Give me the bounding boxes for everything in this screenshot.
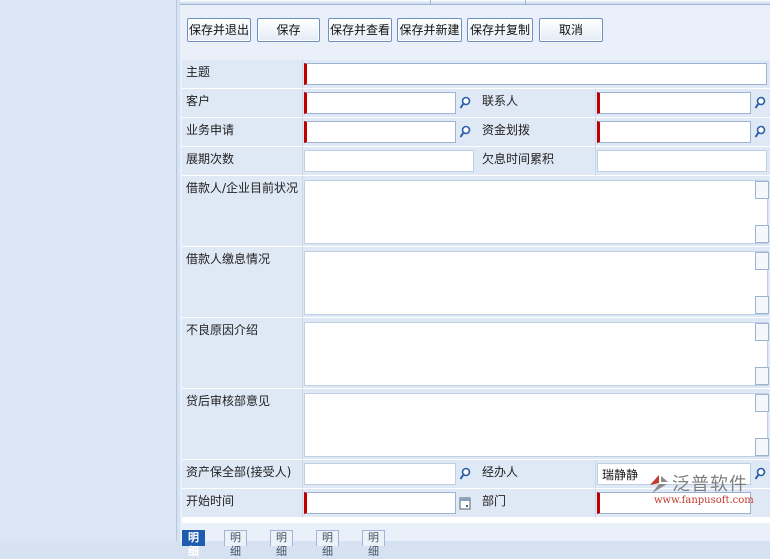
fund-allocation-cell — [596, 118, 770, 147]
borrower-status-cell — [303, 176, 770, 247]
overdue-interest-label: 欠息时间累积 — [478, 147, 596, 176]
search-icon[interactable] — [753, 124, 767, 140]
start-time-cell — [303, 489, 478, 518]
loan-form: 主题 客户 联系人 业务申请 资金划拨 展期次数 欠息时间累积 借款人/企业目前… — [182, 60, 770, 523]
subject-label: 主题 — [182, 60, 303, 89]
overdue-interest-cell — [596, 147, 770, 176]
borrower-status-label: 借款人/企业目前状况 — [182, 176, 303, 247]
asset-dept-cell — [303, 460, 478, 489]
save-and-view-button[interactable]: 保存并查看 — [328, 18, 392, 42]
fund-allocation-input[interactable] — [597, 121, 751, 143]
left-sidebar — [0, 0, 177, 541]
customer-cell — [303, 89, 478, 118]
scroll-down-box[interactable] — [755, 296, 769, 314]
search-icon[interactable] — [458, 124, 472, 140]
borrower-interest-textarea[interactable] — [304, 251, 768, 315]
contact-cell — [596, 89, 770, 118]
scroll-up-box[interactable] — [755, 394, 769, 412]
brand-logo-icon — [650, 475, 668, 493]
business-application-input[interactable] — [304, 121, 456, 143]
scroll-down-box[interactable] — [755, 367, 769, 385]
scroll-down-box[interactable] — [755, 225, 769, 243]
subject-cell — [303, 60, 770, 89]
calendar-icon[interactable] — [458, 495, 472, 511]
form-panel: 保存并退出 保存 保存并查看 保存并新建 保存并复制 取消 主题 客户 联系人 … — [180, 5, 770, 558]
business-application-label: 业务申请 — [182, 118, 303, 147]
extension-count-input[interactable] — [304, 150, 474, 172]
borrower-interest-label: 借款人缴息情况 — [182, 247, 303, 318]
search-icon[interactable] — [458, 95, 472, 111]
save-button[interactable]: 保存 — [257, 18, 320, 42]
customer-label: 客户 — [182, 89, 303, 118]
fanpu-watermark-logo: 泛普软件 www.fanpusoft.com — [645, 470, 770, 516]
extension-count-label: 展期次数 — [182, 147, 303, 176]
bad-reason-cell — [303, 318, 770, 389]
department-label: 部门 — [478, 489, 596, 518]
watermark-brand: 泛普软件 — [672, 474, 748, 495]
asset-dept-input[interactable] — [304, 463, 456, 485]
contact-label: 联系人 — [478, 89, 596, 118]
save-and-new-button[interactable]: 保存并新建 — [397, 18, 462, 42]
borrower-interest-cell — [303, 247, 770, 318]
scroll-down-box[interactable] — [755, 438, 769, 456]
tab-detail-2[interactable]: 明细 — [224, 530, 247, 558]
cancel-button[interactable]: 取消 — [539, 18, 603, 42]
start-time-label: 开始时间 — [182, 489, 303, 518]
post-loan-review-textarea[interactable] — [304, 393, 768, 457]
handler-label: 经办人 — [478, 460, 596, 489]
search-icon[interactable] — [753, 95, 767, 111]
bad-reason-textarea[interactable] — [304, 322, 768, 386]
subject-input[interactable] — [304, 63, 767, 85]
business-application-cell — [303, 118, 478, 147]
overdue-interest-input[interactable] — [597, 150, 767, 172]
start-time-input[interactable] — [304, 492, 456, 514]
contact-input[interactable] — [597, 92, 751, 114]
post-loan-review-cell — [303, 389, 770, 460]
extension-count-cell — [303, 147, 478, 176]
tab-detail-5[interactable]: 明细 — [362, 530, 385, 558]
borrower-status-textarea[interactable] — [304, 180, 768, 244]
watermark-url: www.fanpusoft.com — [654, 495, 754, 506]
post-loan-review-label: 贷后审核部意见 — [182, 389, 303, 460]
save-and-copy-button[interactable]: 保存并复制 — [467, 18, 533, 42]
tab-detail-3[interactable]: 明细 — [270, 530, 293, 558]
fund-allocation-label: 资金划拨 — [478, 118, 596, 147]
customer-input[interactable] — [304, 92, 456, 114]
asset-dept-label: 资产保全部(接受人) — [182, 460, 303, 489]
tab-detail-1[interactable]: 明细 — [182, 530, 205, 558]
search-icon[interactable] — [458, 466, 472, 482]
scroll-up-box[interactable] — [755, 323, 769, 341]
bad-reason-label: 不良原因介绍 — [182, 318, 303, 389]
scroll-up-box[interactable] — [755, 252, 769, 270]
scroll-up-box[interactable] — [755, 181, 769, 199]
save-and-exit-button[interactable]: 保存并退出 — [187, 18, 251, 42]
tab-detail-4[interactable]: 明细 — [316, 530, 339, 558]
